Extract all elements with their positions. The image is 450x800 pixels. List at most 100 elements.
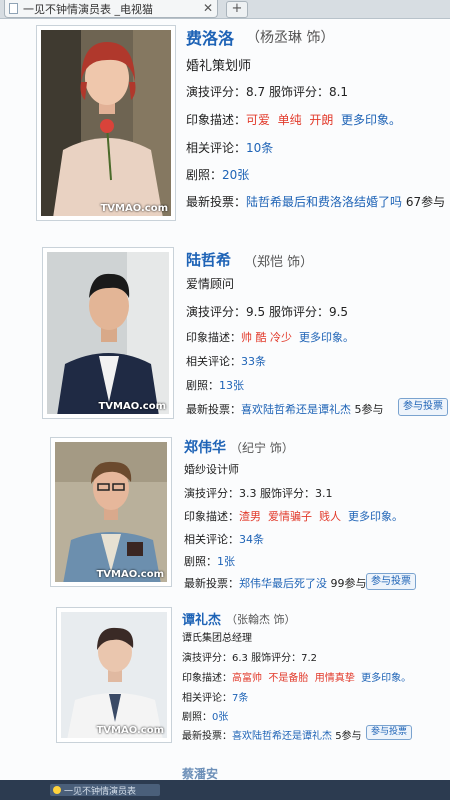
impression-line: 印象描述：帅 酷 冷少 更多印象。: [186, 331, 354, 344]
browser-icon: [53, 786, 61, 794]
tvmao-watermark: TVMAO.com: [96, 569, 164, 580]
browser-tab-bar: 一见不钟情演员表 _电视猫 ✕ +: [0, 0, 450, 19]
stills-link[interactable]: 20张: [222, 168, 249, 182]
taskbar: 一见不钟情演员表: [0, 780, 450, 800]
costume-score: 9.5: [328, 305, 349, 319]
vote-link[interactable]: 喜欢陆哲希还是谭礼杰: [232, 731, 332, 742]
rating-line: 演技评分：9.5 服饰评分：9.5: [186, 305, 349, 319]
impression-line: 印象描述：高富帅 不是备胎 用情真挚 更多印象。: [182, 673, 412, 684]
close-tab-icon[interactable]: ✕: [203, 1, 213, 15]
actress-portrait-image: [41, 30, 171, 216]
cast-card: TVMAO.com 谭礼杰 （张翰杰 饰） 谭氏集团总经理 演技评分：6.3 服…: [0, 605, 450, 755]
comments-link[interactable]: 7条: [232, 693, 248, 704]
comments-line: 相关评论：7条: [182, 693, 249, 704]
costume-score: 7.2: [301, 653, 317, 664]
page-icon: [9, 3, 18, 14]
impression-tag[interactable]: 酷: [256, 331, 267, 344]
acting-score: 6.3: [232, 653, 248, 664]
tvmao-watermark: TVMAO.com: [98, 401, 166, 412]
cast-card: TVMAO.com 陆哲希 （郑恺 饰） 爱情顾问 演技评分：9.5 服饰评分：…: [0, 243, 450, 423]
comments-line: 相关评论：34条: [184, 533, 264, 546]
cast-photo[interactable]: TVMAO.com: [36, 25, 176, 221]
stills-line: 剧照：0张: [182, 712, 229, 723]
character-role: 婚纱设计师: [184, 463, 239, 476]
impression-tag[interactable]: 高富帅: [232, 673, 262, 684]
rating-line: 演技评分：8.7 服饰评分：8.1: [186, 85, 349, 99]
taskbar-item-label: 一见不钟情演员表: [64, 787, 137, 797]
costume-score: 8.1: [328, 85, 349, 99]
impression-tag[interactable]: 用情真挚: [315, 673, 355, 684]
browser-tab[interactable]: 一见不钟情演员表 _电视猫 ✕: [4, 0, 218, 18]
vote-count: 67参与: [405, 195, 446, 209]
impression-tag[interactable]: 爱情骗子: [268, 510, 312, 523]
character-role: 谭氏集团总经理: [182, 633, 252, 644]
vote-link[interactable]: 陆哲希最后和费洛洛结婚了吗: [246, 195, 402, 209]
acting-score: 8.7: [246, 85, 266, 99]
acting-score: 9.5: [246, 305, 266, 319]
stills-link[interactable]: 1张: [217, 555, 235, 568]
character-role: 婚礼策划师: [186, 59, 252, 74]
impression-tag[interactable]: 冷少: [270, 331, 292, 344]
comments-line: 相关评论：33条: [186, 355, 266, 368]
impression-tag[interactable]: 可爱: [246, 113, 270, 127]
vote-line: 最新投票：喜欢陆哲希还是谭礼杰 5参与: [182, 731, 362, 742]
rating-line: 演技评分：3.3 服饰评分：3.1: [184, 487, 333, 500]
actor-name[interactable]: （张翰杰 饰）: [226, 611, 296, 627]
actor-name[interactable]: （纪宁 饰）: [230, 439, 294, 456]
vote-line: 最新投票：郑伟华最后死了没 99参与: [184, 577, 367, 590]
vote-count: 99参与: [330, 577, 367, 590]
cast-card: TVMAO.com 费洛洛 （杨丞琳 饰） 婚礼策划师 演技评分：8.7 服饰评…: [0, 19, 450, 229]
actor-name[interactable]: （郑恺 饰）: [244, 251, 313, 270]
tvmao-watermark: TVMAO.com: [96, 725, 164, 736]
stills-link[interactable]: 0张: [212, 712, 228, 723]
more-impressions-link[interactable]: 更多印象。: [348, 510, 403, 523]
actor-portrait-image: [55, 442, 167, 582]
character-name[interactable]: 费洛洛: [186, 25, 234, 49]
vote-line: 最新投票：喜欢陆哲希还是谭礼杰 5参与: [186, 403, 384, 416]
acting-score: 3.3: [239, 487, 257, 500]
tvmao-watermark: TVMAO.com: [100, 203, 168, 214]
taskbar-browser-item[interactable]: 一见不钟情演员表: [50, 784, 160, 797]
vote-link[interactable]: 郑伟华最后死了没: [239, 577, 327, 590]
more-impressions-link[interactable]: 更多印象。: [341, 113, 401, 127]
vote-count: 5参与: [335, 731, 362, 742]
stills-line: 剧照：20张: [186, 168, 250, 182]
impression-tag[interactable]: 贱人: [319, 510, 341, 523]
character-name[interactable]: 蔡潘安: [182, 765, 218, 780]
vote-button[interactable]: 参与投票: [398, 398, 448, 416]
stills-link[interactable]: 13张: [219, 379, 244, 392]
cast-photo[interactable]: TVMAO.com: [56, 607, 172, 743]
impression-tag[interactable]: 渣男: [239, 510, 261, 523]
comments-line: 相关评论：10条: [186, 141, 274, 155]
vote-line: 最新投票：陆哲希最后和费洛洛结婚了吗 67参与: [186, 195, 446, 209]
vote-button[interactable]: 参与投票: [366, 725, 412, 740]
costume-score: 3.1: [315, 487, 333, 500]
impression-line: 印象描述：可爱 单纯 开朗 更多印象。: [186, 113, 401, 127]
comments-link[interactable]: 34条: [239, 533, 264, 546]
character-name[interactable]: 谭礼杰: [182, 609, 221, 628]
rating-line: 演技评分：6.3 服饰评分：7.2: [182, 653, 317, 664]
cast-photo[interactable]: TVMAO.com: [50, 437, 172, 587]
comments-link[interactable]: 33条: [241, 355, 266, 368]
actor-name[interactable]: （杨丞琳 饰）: [246, 27, 334, 47]
more-impressions-link[interactable]: 更多印象。: [299, 331, 354, 344]
impression-tag[interactable]: 帅: [241, 331, 252, 344]
character-name[interactable]: 陆哲希: [186, 249, 231, 270]
comments-link[interactable]: 10条: [246, 141, 273, 155]
actor-portrait-image: [61, 612, 167, 738]
vote-count: 5参与: [354, 403, 384, 416]
cast-card: TVMAO.com 郑伟华 （纪宁 饰） 婚纱设计师 演技评分：3.3 服饰评分…: [0, 433, 450, 593]
impression-tag[interactable]: 单纯: [278, 113, 302, 127]
impression-line: 印象描述：渣男 爱情骗子 贱人 更多印象。: [184, 510, 403, 523]
vote-button[interactable]: 参与投票: [366, 573, 416, 590]
actor-portrait-image: [47, 252, 169, 414]
impression-tag[interactable]: 开朗: [309, 113, 333, 127]
impression-tag[interactable]: 不是备胎: [268, 673, 308, 684]
more-impressions-link[interactable]: 更多印象。: [361, 673, 411, 684]
cast-photo[interactable]: TVMAO.com: [42, 247, 174, 419]
stills-line: 剧照：1张: [184, 555, 235, 568]
character-role: 爱情顾问: [186, 277, 235, 291]
vote-link[interactable]: 喜欢陆哲希还是谭礼杰: [241, 403, 351, 416]
new-tab-button[interactable]: +: [226, 1, 248, 18]
character-name[interactable]: 郑伟华: [184, 437, 226, 457]
